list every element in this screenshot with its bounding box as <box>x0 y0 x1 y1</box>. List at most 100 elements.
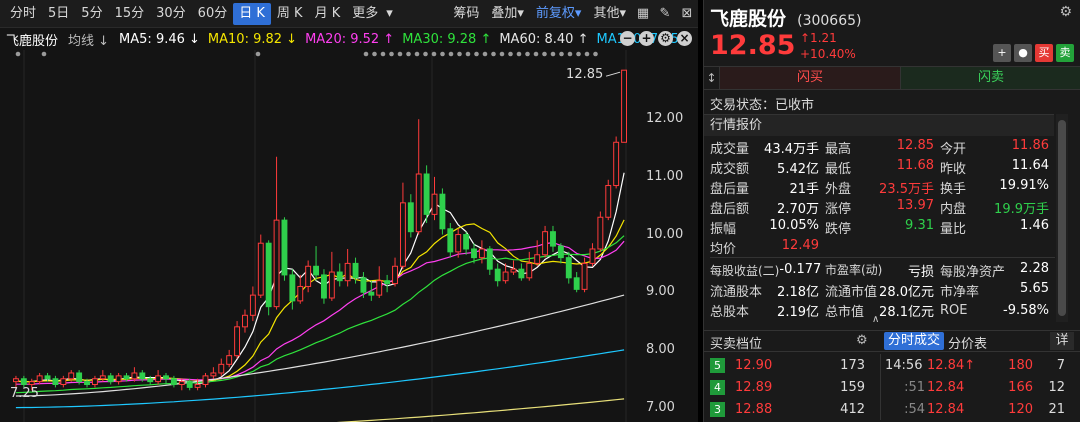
tool-menu-2[interactable]: 前复权▾ <box>530 3 588 25</box>
tool-menu-3[interactable]: 其他▾ <box>587 3 632 25</box>
marker-dot <box>41 51 47 57</box>
period-tab-9[interactable]: 更多 <box>346 3 384 25</box>
quote-label: 盘后额 <box>710 201 750 217</box>
period-tab-2[interactable]: 5分 <box>75 3 108 25</box>
last-price: 12.85 <box>710 30 796 61</box>
candle <box>186 378 193 391</box>
marker-dot <box>397 51 403 57</box>
ask-price: 12.88 <box>735 401 773 417</box>
kline-panel[interactable]: 分时 5日 5分 15分 30分 60分日 K周 K月 K 更多 ▾ 筹码 叠加▾ 前复权▾ 其他▾… <box>0 0 698 422</box>
stock-code: (300665) <box>797 13 862 29</box>
period-tab-6[interactable]: 日 K <box>233 2 271 25</box>
tick-volume: 166 <box>1008 379 1033 395</box>
ask-volume: 412 <box>840 401 865 417</box>
plus-icon[interactable]: + <box>639 31 654 46</box>
ma-selector[interactable]: 均线 ↓ <box>68 30 109 49</box>
ask-volume: 173 <box>840 357 865 373</box>
period-tab-1[interactable]: 5日 <box>42 3 75 25</box>
candle <box>589 243 596 267</box>
candle <box>518 263 525 281</box>
quote-cell: 涨停 13.97 <box>825 198 940 217</box>
quote-value: 11.86 <box>1011 137 1049 153</box>
price-change: ↑1.21 +10.40% <box>800 30 856 62</box>
tick-time: :54 <box>904 401 925 417</box>
scroll-thumb[interactable] <box>1058 120 1066 316</box>
tool-menu-1[interactable]: 叠加▾ <box>485 3 530 25</box>
fin-value: 亏损 <box>907 264 934 280</box>
gear-icon[interactable]: ⚙ <box>1059 4 1072 20</box>
period-tab-3[interactable]: 15分 <box>109 3 151 25</box>
add-watch-button[interactable]: + <box>993 44 1011 62</box>
buy-button[interactable]: 买 <box>1035 44 1053 62</box>
fin-value: -0.177 <box>779 261 822 277</box>
tool-menu-0[interactable]: 筹码 <box>447 3 485 25</box>
price-tick-label: 9.00 <box>646 284 675 300</box>
tick-price: 12.84↑ <box>927 357 976 373</box>
pen-icon[interactable]: ✎ <box>654 3 676 25</box>
period-tab-4[interactable]: 30分 <box>150 3 192 25</box>
quote-row: 盘后额 2.70万 涨停 13.97 内盘 19.9万手 <box>710 197 1055 217</box>
quote-scrollbar[interactable] <box>1056 114 1068 322</box>
quote-value: 19.9万手 <box>994 201 1049 217</box>
change-percent: +10.40% <box>800 47 856 61</box>
alert-button[interactable]: ● <box>1014 44 1032 62</box>
expand-icon[interactable]: ↕ <box>704 67 720 89</box>
more-chevron-icon[interactable]: ▾ <box>384 3 395 25</box>
marker-dot <box>457 51 462 57</box>
candle <box>613 136 620 189</box>
tick-row: :54 12.84 120 21 <box>881 398 1075 420</box>
marker-dot <box>593 51 598 57</box>
close-box-icon[interactable]: ⊠ <box>676 3 698 25</box>
orderbook-title: 买卖档位 <box>710 337 763 352</box>
candlestick-chart[interactable]: 12.85 7.25 <box>0 50 640 422</box>
tick-row: :51 12.84 166 12 <box>881 376 1075 398</box>
quote-label: 涨停 <box>825 201 852 217</box>
quote-panel: 飞鹿股份 (300665) ⚙ 12.85 ↑1.21 +10.40% + ● 买卖… <box>703 0 1080 422</box>
ma250-line <box>336 398 625 422</box>
marker-dot <box>584 51 590 57</box>
period-tab-7[interactable]: 周 K <box>271 3 309 25</box>
quote-value: 12.85 <box>896 137 934 153</box>
minus-icon[interactable]: − <box>620 31 635 46</box>
detail-button[interactable]: 详 <box>1050 332 1074 350</box>
tab-price-table[interactable]: 分价表 <box>948 333 987 352</box>
ask-row[interactable]: 5 12.90 173 <box>704 354 876 376</box>
period-tab-8[interactable]: 月 K <box>309 3 347 25</box>
tick-volume: 120 <box>1008 401 1033 417</box>
marker-dot <box>559 51 564 57</box>
marker-dot <box>491 51 496 57</box>
marker-dot <box>550 51 556 57</box>
orderbook-gear-icon[interactable]: ⚙ <box>856 333 868 348</box>
tab-time-trades[interactable]: 分时成交 <box>884 332 945 350</box>
orderbook-asks: 5 12.90 173 4 12.89 159 3 12.88 412 <box>704 354 876 420</box>
flash-sell-button[interactable]: 闪卖 <box>901 67 1080 89</box>
flash-buy-button[interactable]: 闪买 <box>720 67 901 89</box>
tick-price: 12.84 <box>927 379 965 395</box>
marker-dot <box>448 51 454 57</box>
settings-icon[interactable]: ⚙ <box>658 31 673 46</box>
marker-dot <box>414 51 420 57</box>
period-tab-5[interactable]: 60分 <box>192 3 234 25</box>
ma-legend-item: MA60: 8.40 ↑ <box>499 31 589 47</box>
grid-icon[interactable]: ▦ <box>632 3 654 25</box>
marker-dot <box>516 51 522 57</box>
quote-value: 5.42亿 <box>777 161 819 177</box>
tick-list: 14:56 12.84↑ 180 7:51 12.84 166 12:54 12.84 120 2… <box>880 354 1075 420</box>
quote-cell: 今开 11.86 <box>940 138 1055 157</box>
ask-price: 12.90 <box>735 357 773 373</box>
collapse-icon[interactable]: ∧ <box>872 314 879 325</box>
sell-button[interactable]: 卖 <box>1056 44 1074 62</box>
close-icon[interactable]: × <box>677 31 692 46</box>
quote-label: 最高 <box>825 141 852 157</box>
fin-label: 总市值 <box>825 304 865 320</box>
quote-row: 盘后量 21手 外盘 23.5万手 换手 19.91% <box>710 177 1055 197</box>
quote-cell: 量比 1.46 <box>940 218 1055 237</box>
ask-row[interactable]: 4 12.89 159 <box>704 376 876 398</box>
candle <box>526 251 533 281</box>
tick-count: 21 <box>1048 401 1065 417</box>
quote-row: 成交量 43.4万手 最高 12.85 今开 11.86 <box>710 137 1055 157</box>
candle <box>597 211 604 252</box>
period-tab-0[interactable]: 分时 <box>4 3 42 25</box>
candle <box>115 372 122 385</box>
ask-row[interactable]: 3 12.88 412 <box>704 398 876 420</box>
